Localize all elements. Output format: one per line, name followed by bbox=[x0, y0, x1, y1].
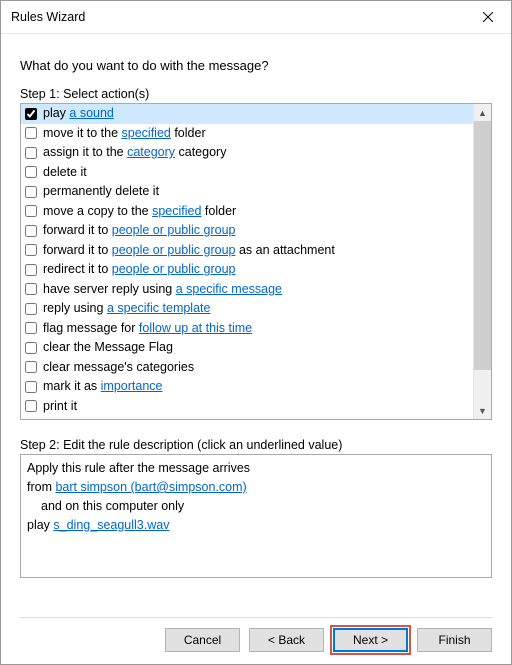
scrollbar[interactable]: ▲ ▼ bbox=[473, 104, 491, 419]
action-row[interactable]: clear message's categories bbox=[21, 358, 473, 378]
action-row[interactable]: permanently delete it bbox=[21, 182, 473, 202]
window-title: Rules Wizard bbox=[11, 10, 85, 24]
back-button[interactable]: < Back bbox=[249, 628, 324, 652]
dialog-body: What do you want to do with the message?… bbox=[1, 34, 511, 578]
action-row[interactable]: forward it to people or public group bbox=[21, 221, 473, 241]
desc-line-from: from bart simpson (bart@simpson.com) bbox=[27, 478, 485, 497]
action-link[interactable]: people or public group bbox=[112, 262, 236, 276]
action-label: delete it bbox=[43, 163, 87, 182]
action-row[interactable]: delete it bbox=[21, 163, 473, 183]
desc-line-computer: and on this computer only bbox=[27, 497, 485, 516]
cancel-button[interactable]: Cancel bbox=[165, 628, 240, 652]
action-label: clear message's categories bbox=[43, 358, 194, 377]
action-label: mark it as importance bbox=[43, 377, 163, 396]
action-checkbox[interactable] bbox=[25, 186, 37, 198]
action-link[interactable]: specified bbox=[152, 204, 201, 218]
action-row[interactable]: clear the Message Flag bbox=[21, 338, 473, 358]
close-icon bbox=[483, 12, 493, 22]
action-link[interactable]: a sound bbox=[69, 106, 113, 120]
action-label: assign it to the category category bbox=[43, 143, 226, 162]
action-row[interactable]: redirect it to people or public group bbox=[21, 260, 473, 280]
action-checkbox[interactable] bbox=[25, 225, 37, 237]
desc-play-prefix: play bbox=[27, 518, 53, 532]
action-checkbox[interactable] bbox=[25, 361, 37, 373]
action-link[interactable]: a specific message bbox=[176, 282, 282, 296]
action-row[interactable]: assign it to the category category bbox=[21, 143, 473, 163]
action-row[interactable]: play a sound bbox=[21, 104, 473, 124]
action-label: move a copy to the specified folder bbox=[43, 202, 236, 221]
action-checkbox[interactable] bbox=[25, 322, 37, 334]
scrollbar-thumb[interactable] bbox=[474, 121, 491, 370]
action-checkbox[interactable] bbox=[25, 205, 37, 217]
scroll-up-icon[interactable]: ▲ bbox=[474, 104, 491, 121]
desc-from-prefix: from bbox=[27, 480, 55, 494]
step1-label: Step 1: Select action(s) bbox=[20, 87, 492, 101]
action-row[interactable]: flag message for follow up at this time bbox=[21, 319, 473, 339]
action-label: permanently delete it bbox=[43, 182, 159, 201]
action-row[interactable]: forward it to people or public group as … bbox=[21, 241, 473, 261]
action-checkbox[interactable] bbox=[25, 381, 37, 393]
action-link[interactable]: specified bbox=[122, 126, 171, 140]
action-checkbox[interactable] bbox=[25, 303, 37, 315]
action-label: forward it to people or public group bbox=[43, 221, 235, 240]
scrollbar-track[interactable] bbox=[474, 370, 491, 402]
action-link[interactable]: follow up at this time bbox=[139, 321, 252, 335]
actions-listbox[interactable]: play a soundmove it to the specified fol… bbox=[20, 103, 492, 420]
action-label: play a sound bbox=[43, 104, 114, 123]
action-label: print it bbox=[43, 397, 77, 416]
action-label: flag message for follow up at this time bbox=[43, 319, 252, 338]
action-checkbox[interactable] bbox=[25, 108, 37, 120]
step2-label: Step 2: Edit the rule description (click… bbox=[20, 438, 492, 452]
rule-description-box[interactable]: Apply this rule after the message arrive… bbox=[20, 454, 492, 578]
action-row[interactable]: mark it as importance bbox=[21, 377, 473, 397]
action-label: forward it to people or public group as … bbox=[43, 241, 335, 260]
action-checkbox[interactable] bbox=[25, 127, 37, 139]
action-label: clear the Message Flag bbox=[43, 338, 173, 357]
action-label: mark it as read bbox=[43, 416, 126, 419]
desc-line-condition: Apply this rule after the message arrive… bbox=[27, 459, 485, 478]
action-label: reply using a specific template bbox=[43, 299, 210, 318]
action-row[interactable]: move a copy to the specified folder bbox=[21, 202, 473, 222]
action-checkbox[interactable] bbox=[25, 166, 37, 178]
next-button[interactable]: Next > bbox=[333, 628, 408, 652]
scroll-down-icon[interactable]: ▼ bbox=[474, 402, 491, 419]
action-row[interactable]: mark it as read bbox=[21, 416, 473, 419]
action-checkbox[interactable] bbox=[25, 400, 37, 412]
desc-from-link[interactable]: bart simpson (bart@simpson.com) bbox=[55, 480, 246, 494]
action-link[interactable]: category bbox=[127, 145, 175, 159]
finish-button[interactable]: Finish bbox=[417, 628, 492, 652]
action-row[interactable]: reply using a specific template bbox=[21, 299, 473, 319]
rules-wizard-dialog: Rules Wizard What do you want to do with… bbox=[0, 0, 512, 665]
action-checkbox[interactable] bbox=[25, 342, 37, 354]
actions-list-inner: play a soundmove it to the specified fol… bbox=[21, 104, 473, 419]
action-row[interactable]: print it bbox=[21, 397, 473, 417]
action-checkbox[interactable] bbox=[25, 283, 37, 295]
action-link[interactable]: importance bbox=[101, 379, 163, 393]
action-label: redirect it to people or public group bbox=[43, 260, 235, 279]
action-link[interactable]: people or public group bbox=[112, 243, 236, 257]
close-button[interactable] bbox=[465, 1, 511, 33]
action-link[interactable]: a specific template bbox=[107, 301, 211, 315]
action-checkbox[interactable] bbox=[25, 264, 37, 276]
action-link[interactable]: people or public group bbox=[112, 223, 236, 237]
action-label: move it to the specified folder bbox=[43, 124, 206, 143]
desc-sound-link[interactable]: s_ding_seagull3.wav bbox=[53, 518, 169, 532]
action-row[interactable]: move it to the specified folder bbox=[21, 124, 473, 144]
action-checkbox[interactable] bbox=[25, 244, 37, 256]
button-row: Cancel < Back Next > Finish bbox=[20, 617, 492, 652]
action-label: have server reply using a specific messa… bbox=[43, 280, 282, 299]
desc-line-play: play s_ding_seagull3.wav bbox=[27, 516, 485, 535]
page-prompt: What do you want to do with the message? bbox=[20, 58, 492, 73]
action-checkbox[interactable] bbox=[25, 147, 37, 159]
action-row[interactable]: have server reply using a specific messa… bbox=[21, 280, 473, 300]
title-bar: Rules Wizard bbox=[1, 1, 511, 34]
